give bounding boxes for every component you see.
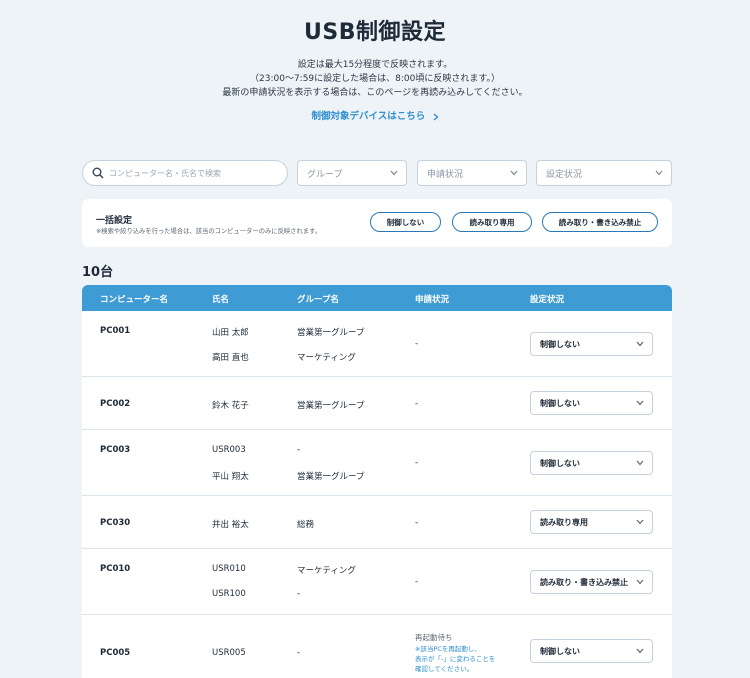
search-icon <box>92 167 104 179</box>
user-name: USR005 <box>212 648 246 658</box>
description: 設定は最大15分程度で反映されます。 （23:00〜7:59に設定した場合は、8… <box>0 58 750 100</box>
application-status: - <box>415 458 419 468</box>
group-name: 営業第一グループ <box>297 401 365 411</box>
group-select[interactable]: グループ <box>297 160 407 186</box>
search-input[interactable] <box>109 168 279 178</box>
setting-status-value: 制御しない <box>540 398 580 408</box>
page-header: USB制御設定 設定は最大15分程度で反映されます。 （23:00〜7:59に設… <box>0 0 750 123</box>
group-name: - <box>297 445 301 455</box>
column-header-name: 氏名 <box>212 295 230 305</box>
group-name: マーケティング <box>297 566 356 576</box>
page-title: USB制御設定 <box>304 20 446 45</box>
group-name: - <box>297 589 301 599</box>
application-status: - <box>415 399 419 409</box>
computer-name: PC001 <box>100 326 131 336</box>
description-line: （23:00〜7:59に設定した場合は、8:00頃に反映されます。） <box>250 74 500 84</box>
device-link[interactable]: 制御対象デバイスはこちら <box>311 108 439 122</box>
chevron-down-icon <box>636 400 644 406</box>
table-row: PC010 USR010 USR100 マーケティング - - 読み取り・書き込… <box>82 549 672 615</box>
user-name: 平山 翔太 <box>212 472 249 482</box>
setting-status-value: 読み取り・書き込み禁止 <box>540 577 628 587</box>
bulk-read-only-button[interactable]: 読み取り専用 <box>452 212 532 232</box>
setting-status-select[interactable]: 設定状況 <box>536 160 672 186</box>
device-count: 10台 <box>82 265 114 280</box>
user-name: USR100 <box>212 589 246 599</box>
bulk-settings-title: 一括設定 <box>96 216 133 226</box>
user-name: 高田 直也 <box>212 353 249 363</box>
bulk-block-all-button[interactable]: 読み取り・書き込み禁止 <box>542 212 658 232</box>
device-link-label: 制御対象デバイスはこちら <box>311 111 426 122</box>
chevron-down-icon <box>510 170 518 176</box>
bulk-no-control-button[interactable]: 制御しない <box>370 212 441 232</box>
application-status-label: 申請状況 <box>427 169 464 180</box>
description-line: 設定は最大15分程度で反映されます。 <box>297 60 453 70</box>
setting-status-dropdown[interactable]: 読み取り・書き込み禁止 <box>530 570 653 594</box>
chevron-down-icon <box>655 170 663 176</box>
application-status: - <box>415 518 419 528</box>
application-status-select[interactable]: 申請状況 <box>417 160 527 186</box>
setting-status-dropdown[interactable]: 制御しない <box>530 451 653 475</box>
chevron-right-icon <box>433 113 439 120</box>
group-name: マーケティング <box>297 353 356 363</box>
column-header-group: グループ名 <box>297 295 339 305</box>
description-line: 最新の申請状況を表示する場合は、このページを再読み込みしてください。 <box>222 88 528 98</box>
computer-name: PC030 <box>100 518 131 528</box>
table-row: PC002 鈴木 花子 営業第一グループ - 制御しない <box>82 377 672 430</box>
setting-status-value: 制御しない <box>540 339 580 349</box>
computer-name: PC005 <box>100 648 131 658</box>
setting-status-dropdown[interactable]: 制御しない <box>530 391 653 415</box>
chevron-down-icon <box>390 170 398 176</box>
table-row: PC005 USR005 - 再起動待ち ※該当PCを再起動し、 表示が「-」に… <box>82 615 672 678</box>
setting-status-value: 制御しない <box>540 646 580 656</box>
group-select-label: グループ <box>307 169 343 180</box>
setting-status-value: 読み取り専用 <box>540 517 588 527</box>
group-name: 総務 <box>297 520 315 530</box>
restart-note-line: 表示が「-」に変わることを <box>415 655 496 663</box>
table-row: PC003 USR003 平山 翔太 - 営業第一グループ - 制御しない <box>82 430 672 496</box>
table-header: コンピューター名 氏名 グループ名 申請状況 設定状況 <box>82 285 672 311</box>
setting-status-dropdown[interactable]: 読み取り専用 <box>530 510 653 534</box>
restart-pending-status: 再起動待ち <box>415 633 453 642</box>
restart-note-line: ※該当PCを再起動し、 <box>415 645 481 653</box>
column-header-setting-status: 設定状況 <box>530 295 565 305</box>
search-box[interactable] <box>82 160 288 186</box>
computer-name: PC003 <box>100 445 131 455</box>
user-name: 山田 太郎 <box>212 328 249 338</box>
group-name: 営業第一グループ <box>297 472 365 482</box>
chevron-down-icon <box>636 519 644 525</box>
user-name: 鈴木 花子 <box>212 401 249 411</box>
setting-status-value: 制御しない <box>540 458 580 468</box>
setting-status-label: 設定状況 <box>546 169 583 180</box>
chevron-down-icon <box>636 648 644 654</box>
restart-note: ※該当PCを再起動し、 表示が「-」に変わることを 確認してください。 <box>415 644 495 674</box>
chevron-down-icon <box>636 341 644 347</box>
table-row: PC001 山田 太郎 高田 直也 営業第一グループ マーケティング - 制御し… <box>82 311 672 377</box>
computer-name: PC002 <box>100 399 131 409</box>
user-name: USR010 <box>212 564 246 574</box>
device-table: コンピューター名 氏名 グループ名 申請状況 設定状況 PC001 山田 太郎 … <box>82 285 672 678</box>
chevron-down-icon <box>636 460 644 466</box>
column-header-application-status: 申請状況 <box>415 295 450 305</box>
chevron-down-icon <box>636 579 644 585</box>
user-name: USR003 <box>212 445 246 455</box>
filter-bar: グループ 申請状況 設定状況 <box>82 160 672 186</box>
group-name: 営業第一グループ <box>297 328 365 338</box>
group-name: - <box>297 648 301 658</box>
computer-name: PC010 <box>100 564 131 574</box>
application-status: - <box>415 339 419 349</box>
bulk-settings-note: ※検索や絞り込みを行った場合は、該当のコンピューターのみに反映されます。 <box>96 228 322 235</box>
setting-status-dropdown[interactable]: 制御しない <box>530 639 653 663</box>
column-header-computer: コンピューター名 <box>100 295 169 305</box>
bulk-settings-panel: 一括設定 ※検索や絞り込みを行った場合は、該当のコンピューターのみに反映されます… <box>82 199 672 247</box>
application-status: - <box>415 577 419 587</box>
table-row: PC030 井出 裕太 総務 - 読み取り専用 <box>82 496 672 549</box>
setting-status-dropdown[interactable]: 制御しない <box>530 332 653 356</box>
user-name: 井出 裕太 <box>212 520 249 530</box>
restart-note-line: 確認してください。 <box>415 665 474 673</box>
